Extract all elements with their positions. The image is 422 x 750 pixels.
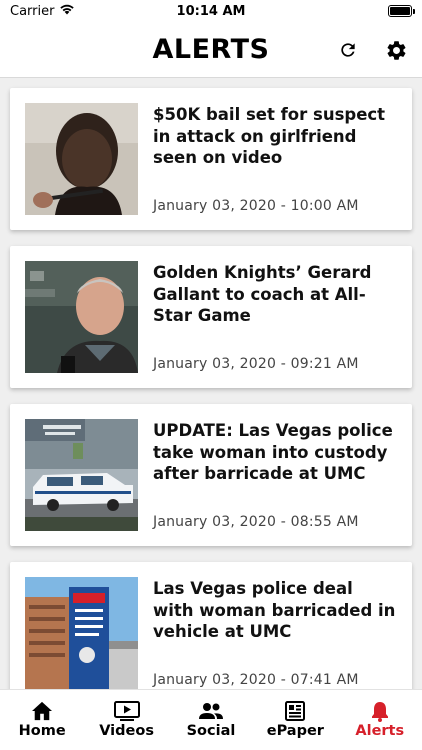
settings-button[interactable] — [382, 36, 410, 64]
carrier-label: Carrier — [10, 3, 55, 19]
alert-thumbnail — [25, 261, 138, 373]
tab-label: Social — [186, 723, 236, 739]
alert-date: January 03, 2020 - 10:00 AM — [153, 198, 359, 214]
home-icon — [31, 700, 53, 722]
alert-date: January 03, 2020 - 07:41 AM — [153, 672, 359, 688]
status-bar: Carrier 10:14 AM — [0, 0, 422, 22]
alert-headline: $50K bail set for suspect in attack on g… — [153, 105, 386, 167]
alert-card[interactable]: $50K bail set for suspect in attack on g… — [10, 88, 412, 230]
alert-headline: Golden Knights’ Gerard Gallant to coach … — [153, 263, 372, 325]
wifi-icon — [59, 3, 75, 19]
video-icon — [113, 700, 140, 722]
alert-date: January 03, 2020 - 08:55 AM — [153, 514, 359, 530]
tab-social[interactable]: Social — [171, 700, 251, 739]
app-header: ALERTS — [0, 22, 422, 78]
alerts-feed[interactable]: $50K bail set for suspect in attack on g… — [0, 79, 422, 689]
tab-label: Home — [18, 723, 66, 739]
tab-label: Videos — [99, 723, 154, 739]
carrier-info: Carrier — [10, 3, 75, 19]
alert-card[interactable]: Las Vegas police deal with woman barrica… — [10, 562, 412, 689]
refresh-icon — [341, 43, 355, 57]
alert-headline: Las Vegas police deal with woman barrica… — [153, 579, 396, 641]
alert-card[interactable]: Golden Knights’ Gerard Gallant to coach … — [10, 246, 412, 388]
gear-icon — [387, 40, 405, 60]
tab-label: Alerts — [355, 723, 405, 739]
tab-home[interactable]: Home — [2, 700, 82, 739]
bell-icon — [371, 700, 389, 722]
alert-date: January 03, 2020 - 09:21 AM — [153, 356, 359, 372]
newspaper-icon — [285, 700, 306, 722]
bottom-tab-bar: Home Videos Social ePaper Alerts — [0, 689, 422, 750]
alert-thumbnail — [25, 419, 138, 531]
alert-card[interactable]: UPDATE: Las Vegas police take woman into… — [10, 404, 412, 546]
app-screen: Carrier 10:14 AM ALERTS $50K bail set fo… — [0, 0, 422, 750]
tab-epaper[interactable]: ePaper — [255, 700, 335, 739]
tab-label: ePaper — [266, 723, 324, 739]
tab-videos[interactable]: Videos — [87, 700, 167, 739]
page-title: ALERTS — [152, 34, 270, 65]
tab-alerts[interactable]: Alerts — [340, 700, 420, 739]
refresh-button[interactable] — [334, 36, 362, 64]
battery-icon — [388, 5, 415, 17]
alert-thumbnail — [25, 103, 138, 215]
alert-headline: UPDATE: Las Vegas police take woman into… — [153, 421, 393, 483]
people-icon — [198, 700, 224, 722]
alert-thumbnail — [25, 577, 138, 689]
